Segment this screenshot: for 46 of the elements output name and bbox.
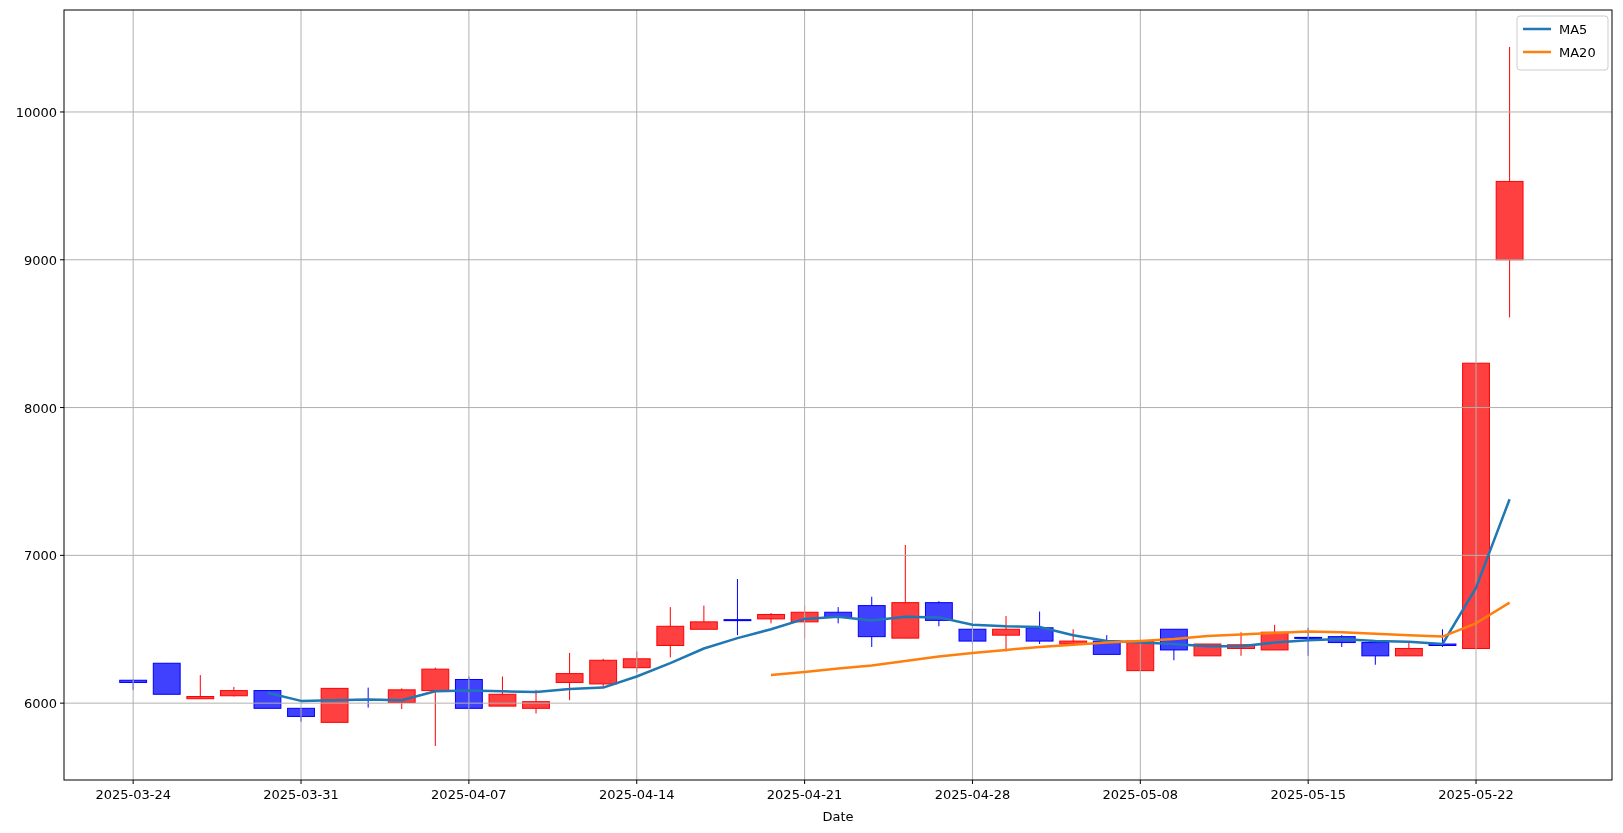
candlestick (824, 606, 853, 624)
candlestick (992, 615, 1020, 652)
legend-label: MA20 (1559, 45, 1596, 60)
legend-label: MA5 (1559, 22, 1588, 37)
tick-label: 2025-04-28 (934, 787, 1011, 802)
tick-label: 2025-04-21 (766, 787, 843, 802)
candlestick (1092, 634, 1121, 655)
candlestick (186, 674, 215, 700)
legend-line-icon (1523, 27, 1551, 31)
candlestick (1361, 642, 1390, 666)
candlestick (152, 662, 181, 695)
candlestick (857, 596, 886, 648)
tick-label: 2025-05-22 (1438, 787, 1514, 802)
candlestick (1327, 634, 1356, 648)
candlestick (589, 658, 618, 688)
tick-label: 2025-04-14 (598, 787, 675, 802)
tick-label: 10000 (15, 105, 57, 120)
candlestick (1059, 628, 1088, 646)
tick-label: 2025-04-07 (431, 787, 507, 802)
tick-label: 8000 (23, 400, 57, 416)
tick-label: 9000 (23, 252, 57, 268)
candlestick (1260, 624, 1289, 651)
candlestick (757, 612, 785, 624)
axis-label: Date (822, 809, 854, 824)
candlestick (219, 686, 248, 697)
candlestick (656, 606, 685, 658)
tick-label: 2025-05-15 (1270, 787, 1346, 802)
candlestick (387, 687, 416, 710)
tick-label: 2025-03-24 (95, 787, 171, 802)
legend-line-icon (1523, 50, 1551, 54)
candlestick (689, 605, 718, 630)
tick-label: 2025-05-08 (1102, 787, 1179, 802)
candlestick (555, 652, 584, 701)
candlestick (924, 600, 953, 627)
candlestick (488, 676, 517, 707)
candlestick (1428, 628, 1457, 648)
candlestick (723, 578, 752, 636)
candlestick (1025, 611, 1054, 645)
tick-label: 2025-03-31 (263, 787, 339, 802)
candlestick (1394, 642, 1423, 657)
candlestick (1159, 628, 1188, 661)
tick-label: 6000 (23, 696, 57, 712)
tick-label: 7000 (23, 548, 57, 564)
candlestick (1193, 643, 1222, 657)
candlestick (1227, 631, 1255, 657)
candlestick (522, 689, 550, 714)
